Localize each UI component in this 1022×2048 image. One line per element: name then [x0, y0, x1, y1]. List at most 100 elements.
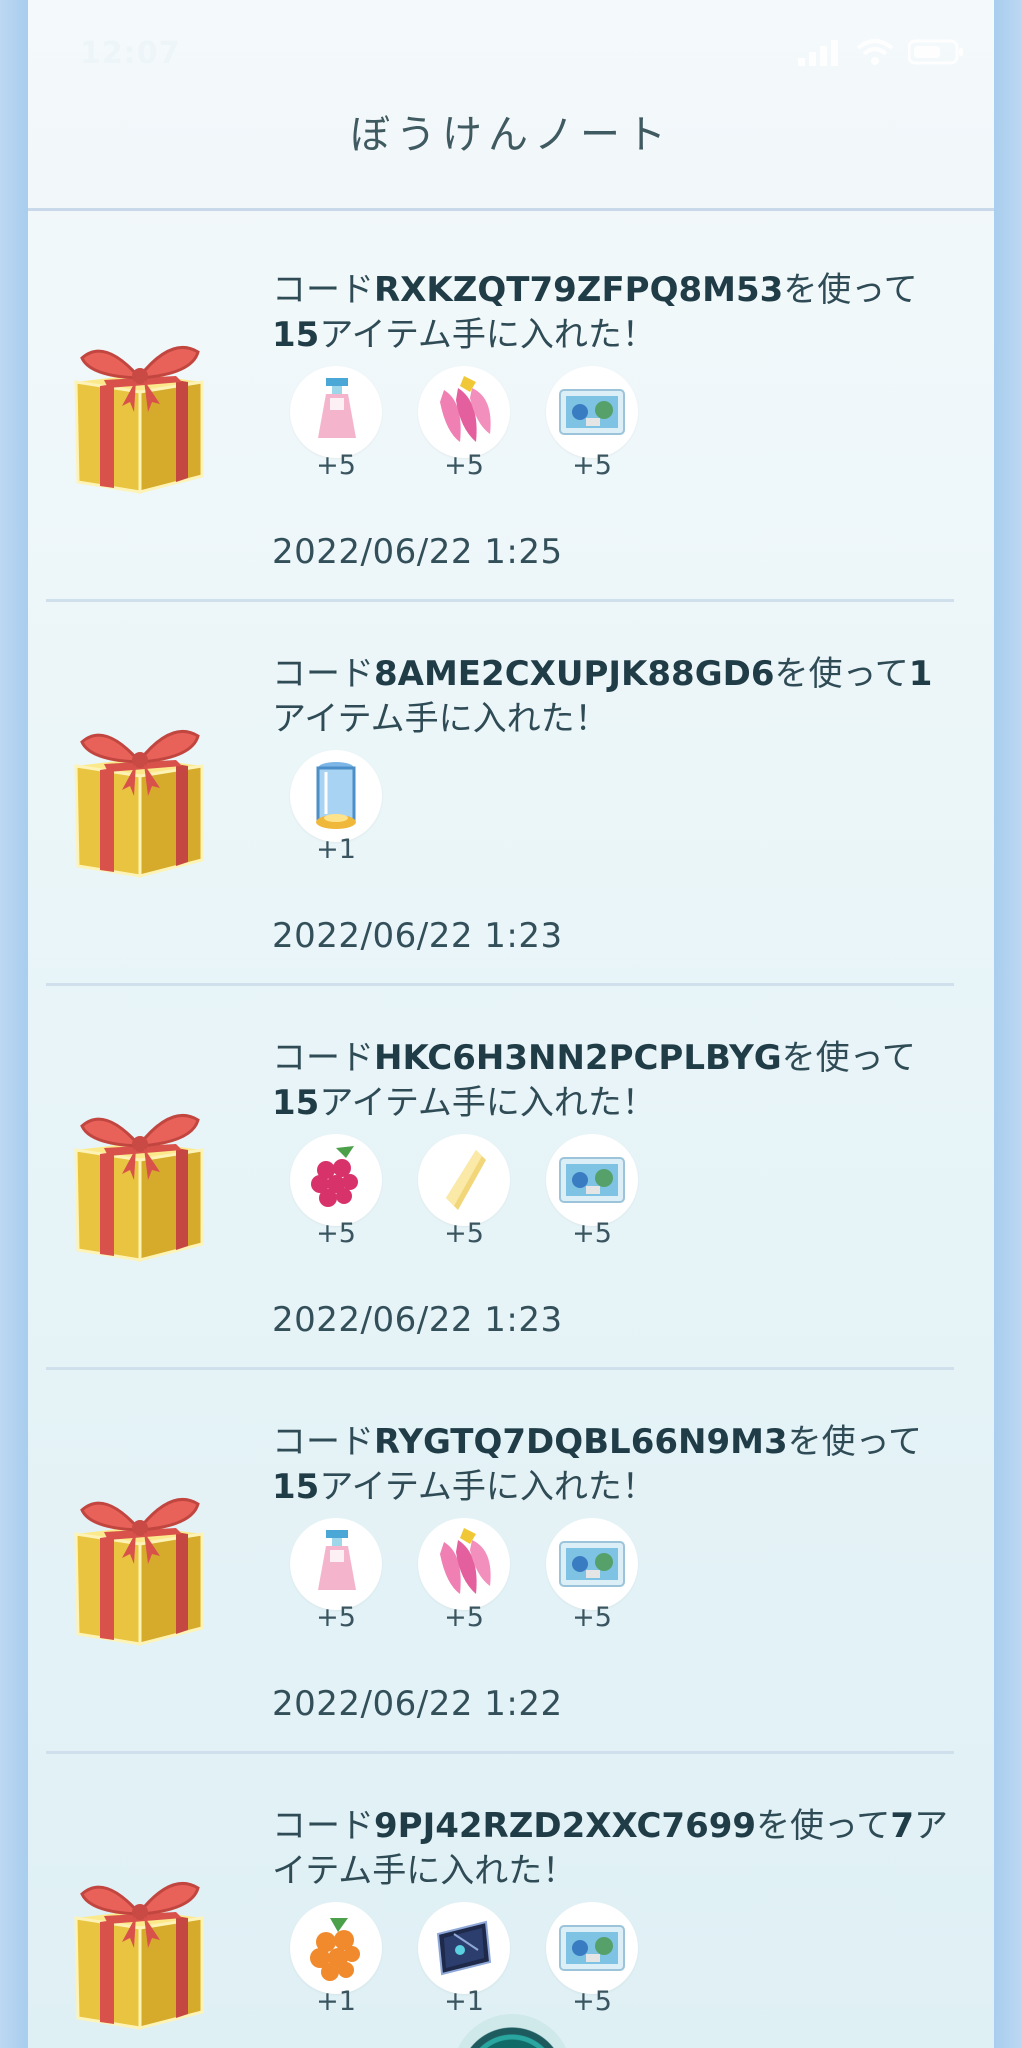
reward-quantity: +5 [316, 1218, 356, 1249]
reward-bubble [290, 1902, 382, 1994]
stardust-piece-icon [424, 1140, 504, 1220]
reward-item: +5 [290, 366, 382, 486]
reward-quantity: +5 [316, 1602, 356, 1633]
pinap-berry-icon [424, 372, 504, 452]
code-prefix-text: コード [272, 1422, 374, 1462]
app-screen: 12:07 ぼうけんノート コードRXKZQT79ZFPQ8M53を使って15ア… [28, 0, 994, 2048]
gift-box-icon [64, 720, 214, 880]
reward-bubble [290, 366, 382, 458]
reward-bubble [418, 1134, 510, 1226]
item-count: 15 [272, 1467, 320, 1507]
entry-description: コードRYGTQ7DQBL66N9M3を使って 15アイテム手に入れた！ [272, 1420, 952, 1510]
entry-date: 2022/06/22 1:23 [272, 916, 563, 956]
reward-item: +5 [290, 1518, 382, 1638]
reward-item: +5 [418, 366, 510, 486]
page-title: ぼうけんノート [350, 112, 672, 158]
redeem-code: 9PJ42RZD2XXC7699 [374, 1806, 757, 1846]
journal-entry[interactable]: コード9PJ42RZD2XXC7699を使って7アイテム手に入れた！ +1 +1 +5 [28, 1752, 994, 2048]
reward-quantity: +5 [444, 450, 484, 481]
gift-box-icon [64, 336, 214, 496]
item-count: 15 [272, 1083, 320, 1123]
journal-entry[interactable]: コードHKC6H3NN2PCPLBYGを使って 15アイテム手に入れた！ +5 +5 +… [28, 984, 994, 1370]
reward-bubble [418, 1902, 510, 1994]
entry-date: 2022/06/22 1:22 [272, 1684, 563, 1724]
journal-entry[interactable]: コード8AME2CXUPJK88GD6を使って1 アイテム手に入れた！ +1 2022… [28, 600, 994, 986]
reward-bubble [290, 750, 382, 842]
spray-potion-icon [296, 372, 376, 452]
journal-entry[interactable]: コードRYGTQ7DQBL66N9M3を使って 15アイテム手に入れた！ +5 +5 +… [28, 1368, 994, 1754]
reward-item: +5 [546, 1518, 638, 1638]
reward-quantity: +5 [572, 1986, 612, 2017]
code-suffix-text: アイテム手に入れた！ [319, 1083, 656, 1123]
reward-quantity: +1 [316, 834, 356, 865]
reward-bubble [290, 1134, 382, 1226]
map-card-icon [424, 1908, 504, 1988]
entry-date: 2022/06/22 1:23 [272, 1300, 563, 1340]
entry-date: 2022/06/22 1:25 [272, 532, 563, 572]
reward-quantity: +5 [444, 1602, 484, 1633]
status-time: 12:07 [80, 36, 181, 71]
reward-bubble [418, 366, 510, 458]
gift-box-icon [64, 1872, 214, 2032]
pinap-berry-icon [424, 1524, 504, 1604]
status-bar: 12:07 [28, 0, 994, 100]
reward-item: +5 [546, 1902, 638, 2022]
code-prefix-text: コード [272, 654, 374, 694]
reward-item: +1 [290, 1902, 382, 2022]
reward-quantity: +5 [572, 1602, 612, 1633]
entry-description: コードRXKZQT79ZFPQ8M53を使って 15アイテム手に入れた！ [272, 268, 952, 358]
code-suffix-text: アイテム手に入れた！ [272, 699, 609, 739]
code-mid-text: を使って [774, 654, 909, 694]
item-count: 7 [890, 1806, 915, 1846]
reward-item: +1 [418, 1902, 510, 2022]
reward-quantity: +1 [316, 1986, 356, 2017]
spray-potion-icon [296, 1524, 376, 1604]
reward-item: +1 [290, 750, 382, 870]
reward-quantity: +5 [572, 1218, 612, 1249]
redeem-code: RYGTQ7DQBL66N9M3 [374, 1422, 788, 1462]
reward-bubble [290, 1518, 382, 1610]
code-suffix-text: アイテム手に入れた！ [319, 315, 656, 355]
code-prefix-text: コード [272, 270, 374, 310]
sticker-icon [552, 1524, 632, 1604]
razz-berry-icon [296, 1140, 376, 1220]
reward-quantity: +5 [572, 450, 612, 481]
header-divider [28, 208, 994, 211]
entry-description: コード9PJ42RZD2XXC7699を使って7アイテム手に入れた！ [272, 1804, 952, 1894]
entry-description: コードHKC6H3NN2PCPLBYGを使って 15アイテム手に入れた！ [272, 1036, 952, 1126]
reward-item: +5 [546, 1134, 638, 1254]
code-mid-text: を使って [781, 1038, 916, 1078]
reward-bubble [546, 366, 638, 458]
code-prefix-text: コード [272, 1806, 374, 1846]
reward-item: +5 [546, 366, 638, 486]
sticker-icon [552, 1908, 632, 1988]
code-mid-text: を使っ [787, 1422, 888, 1462]
battery-icon [908, 39, 963, 65]
reward-bubble [546, 1902, 638, 1994]
reward-bubble [546, 1518, 638, 1610]
redeem-code: HKC6H3NN2PCPLBYG [374, 1038, 782, 1078]
item-count: 15 [272, 315, 320, 355]
signal-icon [798, 40, 838, 66]
item-count: 1 [908, 654, 933, 694]
gift-box-icon [64, 1488, 214, 1648]
reward-item: +5 [290, 1134, 382, 1254]
status-icons [798, 38, 964, 66]
code-prefix-text: コード [272, 1038, 374, 1078]
journal-entry[interactable]: コードRXKZQT79ZFPQ8M53を使って 15アイテム手に入れた！ +5 +5 +… [28, 216, 994, 602]
reward-bubble [418, 1518, 510, 1610]
reward-quantity: +1 [444, 1986, 484, 2017]
sticker-icon [552, 372, 632, 452]
gift-box-icon [64, 1104, 214, 1264]
code-suffix-text: アイテム手に入れた！ [319, 1467, 656, 1507]
incubator-icon [296, 756, 376, 836]
reward-bubble [546, 1134, 638, 1226]
redeem-code: RXKZQT79ZFPQ8M53 [374, 270, 784, 310]
entry-description: コード8AME2CXUPJK88GD6を使って1 アイテム手に入れた！ [272, 652, 952, 742]
code-mid-text: を使って [756, 1806, 891, 1846]
wifi-icon [856, 39, 894, 65]
count-prefix-text: て [887, 1422, 922, 1462]
golden-berry-icon [296, 1908, 376, 1988]
reward-quantity: +5 [444, 1218, 484, 1249]
reward-quantity: +5 [316, 450, 356, 481]
